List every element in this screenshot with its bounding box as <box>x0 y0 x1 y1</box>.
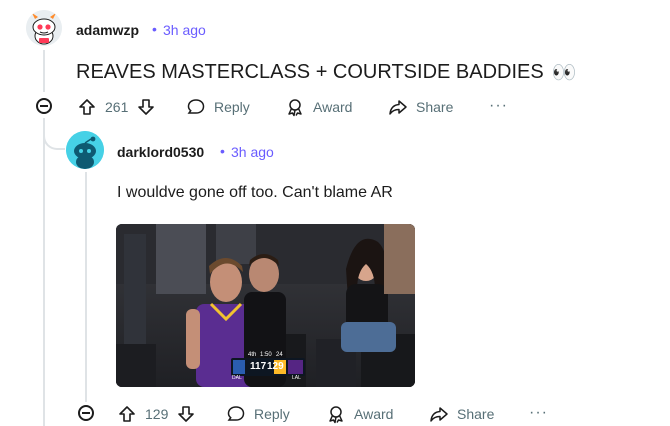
comment-timestamp: 3h ago <box>231 144 274 160</box>
thread-line <box>43 118 45 426</box>
eyes-emoji: 👀 <box>551 62 577 84</box>
meta-separator: • <box>220 143 225 159</box>
comment-text: REAVES MASTERCLASS + COURTSIDE BADDIES <box>76 61 544 83</box>
award-label: Award <box>313 99 353 115</box>
reply-bubble-icon <box>187 99 205 114</box>
upvote-icon[interactable] <box>117 404 137 424</box>
downvote-icon[interactable] <box>176 404 196 424</box>
scoreboard-quarter: 4th <box>248 352 257 358</box>
thread-line <box>43 50 45 92</box>
snoo-avatar-icon <box>26 10 62 46</box>
comment-timestamp: 3h ago <box>163 22 206 38</box>
reply-label: Reply <box>254 406 290 422</box>
comment-text: I wouldve gone off too. Can't blame AR <box>117 184 393 201</box>
share-label: Share <box>416 99 454 115</box>
reply-bubble-icon <box>227 406 245 421</box>
comment-body: REAVES MASTERCLASS + COURTSIDE BADDIES 👀 <box>76 60 577 85</box>
award-button[interactable]: Award <box>285 97 352 117</box>
share-arrow-icon <box>430 407 448 422</box>
scoreboard-clock: 1:50 <box>260 352 272 358</box>
award-ribbon-icon <box>329 406 343 424</box>
reply-button[interactable]: Reply <box>186 97 250 117</box>
scoreboard-shot-clock: 24 <box>276 352 283 358</box>
share-button[interactable]: Share <box>429 404 494 424</box>
share-arrow-icon <box>389 100 407 115</box>
scoreboard-home-score: 129 <box>267 361 284 372</box>
downvote-icon[interactable] <box>136 97 156 117</box>
reply-button[interactable]: Reply <box>226 404 290 424</box>
thread-connector <box>43 130 65 150</box>
collapse-thread-button[interactable] <box>78 405 94 421</box>
share-label: Share <box>457 406 495 422</box>
vote-count: 129 <box>145 406 169 422</box>
comment-username[interactable]: darklord0530 <box>117 144 204 160</box>
reply-label: Reply <box>214 99 250 115</box>
more-options-icon[interactable]: ··· <box>529 404 548 422</box>
award-button[interactable]: Award <box>326 404 393 424</box>
more-options-icon[interactable]: ··· <box>489 97 508 115</box>
meta-separator: • <box>152 21 157 37</box>
award-label: Award <box>354 406 394 422</box>
avatar[interactable] <box>66 131 104 169</box>
collapse-thread-button[interactable] <box>36 98 52 114</box>
vote-controls: 129 <box>117 404 196 424</box>
embedded-image[interactable]: 117 129 4th 1:50 24 DAL LAL <box>116 224 415 387</box>
share-button[interactable]: Share <box>388 97 453 117</box>
scoreboard-home-team: LAL <box>292 375 301 381</box>
avatar[interactable] <box>26 10 62 46</box>
scoreboard-away-team: DAL <box>232 375 242 381</box>
vote-controls: 261 <box>77 97 156 117</box>
vote-count: 261 <box>105 99 129 115</box>
comment-username[interactable]: adamwzp <box>76 22 139 38</box>
thread-line <box>85 172 87 402</box>
snoo-avatar-icon <box>66 131 104 169</box>
scoreboard-away-score: 117 <box>250 361 267 372</box>
award-ribbon-icon <box>288 99 302 117</box>
upvote-icon[interactable] <box>77 97 97 117</box>
